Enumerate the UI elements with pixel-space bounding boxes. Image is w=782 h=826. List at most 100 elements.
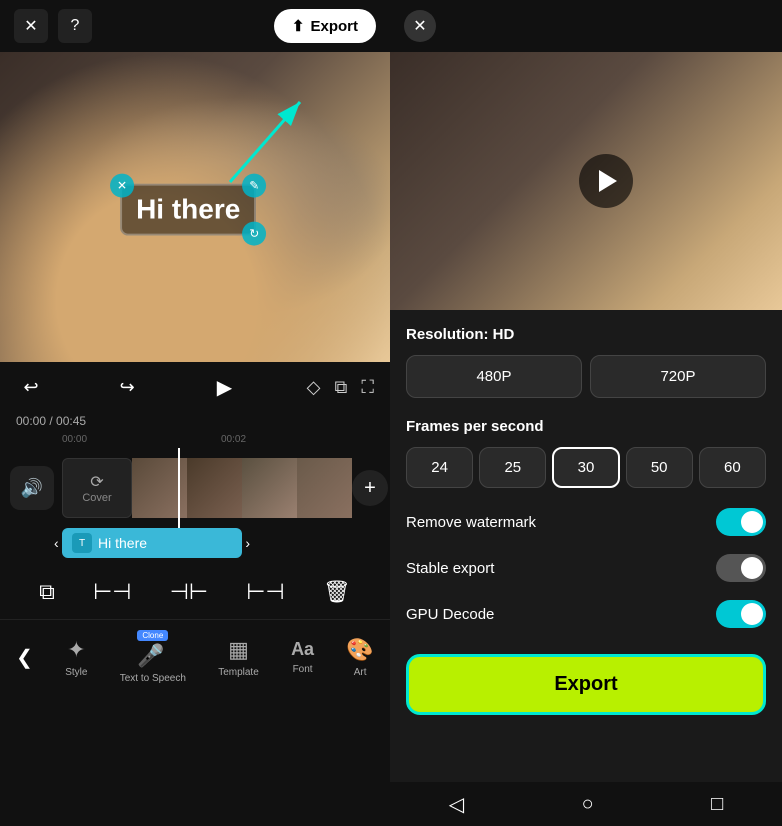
playhead [178,448,180,528]
template-label: Template [218,667,259,678]
video-thumbnails: ⟳ Cover + [62,458,390,518]
text-overlay-text: Hi there [136,194,240,225]
hi-there-track-item[interactable]: ‹ T Hi there › [62,528,242,558]
time-marker-2: 00:02 [221,434,301,445]
right-panel: ✕ Resolution: HD 480P 720P Frames per se… [390,0,782,826]
fps-50-button[interactable]: 50 [626,447,693,488]
gpu-decode-row: GPU Decode [406,600,766,628]
android-back-button[interactable]: ◁ [449,792,464,817]
cover-thumbnail: ⟳ Cover [62,458,132,518]
tts-icon-wrap: Clone 🎤 [137,630,168,669]
add-clip-button[interactable]: + [352,470,388,506]
remove-watermark-label: Remove watermark [406,514,536,531]
video-thumb-3 [242,458,297,518]
close-button[interactable]: ✕ [14,9,48,43]
trim-right-tool-button[interactable]: ⊢⊣ [246,579,284,605]
hi-there-track-icon: T [72,533,92,553]
nav-item-art[interactable]: 🎨 Art [346,637,373,678]
style-icon: ✦ [67,637,85,663]
time-markers: 00:00 00:02 [0,430,390,448]
fps-title: Frames per second [406,418,766,435]
resolution-title: Resolution: HD [406,326,766,343]
fps-60-button[interactable]: 60 [699,447,766,488]
hi-there-track-text: Hi there [98,535,147,551]
template-icon: ▦ [228,637,249,663]
split-tool-button[interactable]: ⊢⊣ [93,579,131,605]
nav-item-template[interactable]: ▦ Template [218,637,259,678]
trim-left-tool-button[interactable]: ⊣⊢ [170,579,208,605]
export-top-button[interactable]: ⬆ Export [274,9,376,43]
duplicate-tool-button[interactable]: ⧉ [39,579,55,605]
text-track: ‹ T Hi there › [0,528,390,564]
right-top-bar: ✕ [390,0,782,52]
remove-watermark-toggle[interactable] [716,508,766,536]
font-icon: Aa [291,639,314,660]
redo-button[interactable]: ↪ [112,372,142,402]
timeline-controls: ↩ ↪ ▶ ◇ ⧉ ⛶ [0,362,390,412]
current-time: 00:00 [16,414,46,428]
android-nav-bar: ◁ ○ □ [390,782,782,826]
track-arrow-left-icon: ‹ [54,535,59,551]
resolution-grid: 480P 720P [406,355,766,398]
total-time: 00:45 [56,414,86,428]
android-recents-button[interactable]: □ [711,793,723,816]
export-main-button[interactable]: Export [406,654,766,715]
control-icons: ◇ ⧉ ⛶ [307,377,374,398]
stable-export-knob [741,557,763,579]
android-home-button[interactable]: ○ [582,793,594,816]
fps-30-button[interactable]: 30 [552,447,619,488]
help-button[interactable]: ? [58,9,92,43]
time-display: 00:00 / 00:45 [0,412,390,430]
tts-icon: 🎤 [137,643,164,668]
nav-item-tts[interactable]: Clone 🎤 Text to Speech [120,630,186,684]
nav-item-style[interactable]: ✦ Style [65,637,87,678]
export-settings: Resolution: HD 480P 720P Frames per seco… [390,310,782,826]
audio-button[interactable]: 🔊 [10,466,54,510]
video-preview: ✕ ✎ ↻ Hi there [0,52,390,362]
edit-tools-bar: ⧉ ⊢⊣ ⊣⊢ ⊢⊣ 🗑 [0,564,390,619]
remove-watermark-knob [741,511,763,533]
text-overlay-box[interactable]: ✕ ✎ ↻ Hi there [120,184,256,236]
text-overlay-close-icon[interactable]: ✕ [110,174,134,198]
play-button[interactable]: ▶ [208,371,240,403]
export-top-label: Export [310,18,358,35]
track-arrow-right-icon: › [245,535,250,551]
keyframe-icon[interactable]: ◇ [307,377,321,398]
font-label: Font [293,664,313,675]
fps-24-button[interactable]: 24 [406,447,473,488]
export-icon: ⬆ [292,17,305,35]
top-bar: ✕ ? ⬆ Export [0,0,390,52]
delete-tool-button[interactable]: 🗑 [323,579,351,605]
left-panel: ✕ ? ⬆ Export ✕ ✎ ↻ Hi there [0,0,390,826]
right-video-preview [390,52,782,310]
gpu-decode-knob [741,603,763,625]
tts-label: Text to Speech [120,673,186,684]
copy-icon[interactable]: ⧉ [335,377,348,398]
bottom-nav: ❮ ✦ Style Clone 🎤 Text to Speech ▦ Templ… [0,619,390,694]
stable-export-label: Stable export [406,560,494,577]
fps-grid: 24 25 30 50 60 [406,447,766,488]
art-label: Art [354,667,367,678]
timeline-track: 🔊 ⟳ Cover + [0,448,390,528]
fullscreen-icon[interactable]: ⛶ [361,377,374,398]
art-icon: 🎨 [346,637,373,663]
style-label: Style [65,667,87,678]
cover-refresh-icon: ⟳ [90,472,103,492]
undo-button[interactable]: ↩ [16,372,46,402]
fps-25-button[interactable]: 25 [479,447,546,488]
collapse-button[interactable]: ❮ [16,645,33,670]
right-close-button[interactable]: ✕ [404,10,436,42]
audio-icon: 🔊 [21,478,43,499]
stable-export-toggle[interactable] [716,554,766,582]
video-thumb-4 [297,458,352,518]
remove-watermark-row: Remove watermark [406,508,766,536]
nav-item-font[interactable]: Aa Font [291,639,314,675]
play-overlay-button[interactable] [579,154,633,208]
gpu-decode-toggle[interactable] [716,600,766,628]
resolution-720p-button[interactable]: 720P [590,355,766,398]
video-thumb-2 [187,458,242,518]
text-overlay-container[interactable]: ✕ ✎ ↻ Hi there [120,184,256,236]
clone-badge: Clone [137,630,168,641]
resolution-480p-button[interactable]: 480P [406,355,582,398]
cover-label: Cover [82,492,111,504]
